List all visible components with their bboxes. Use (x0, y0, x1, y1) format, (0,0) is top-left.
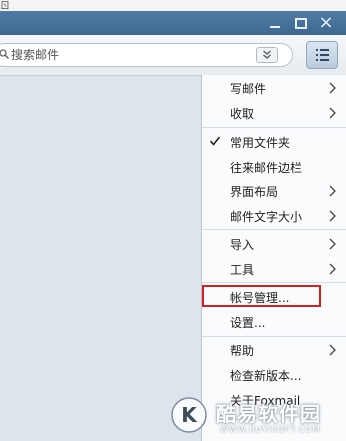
minimize-button[interactable] (265, 13, 285, 33)
menu-separator (202, 282, 346, 283)
double-chevron-down-icon (263, 50, 271, 59)
menu-item-label: 工具 (230, 263, 255, 277)
menu-item-contact-sidebar[interactable]: 往来邮件边栏 (202, 155, 346, 179)
watermark: K 酷易软件园 WWW.KUYISOFT.COM (164, 394, 346, 441)
chevron-right-icon (329, 263, 336, 275)
chevron-right-icon (329, 238, 336, 250)
main-menu-button[interactable] (306, 41, 338, 69)
menu-item-common-folders[interactable]: 常用文件夹 (202, 130, 346, 154)
menu-item-label: 常用文件夹 (230, 136, 291, 150)
menu-separator (202, 229, 346, 230)
menu-item-import[interactable]: 导入 (202, 232, 346, 256)
menu-item-label: 检查新版本... (230, 369, 302, 383)
title-bar: × (0, 11, 346, 35)
chevron-right-icon (329, 210, 336, 222)
chevron-right-icon (329, 107, 336, 119)
menu-item-label: 界面布局 (230, 185, 279, 199)
toolbar (0, 35, 346, 76)
menu-item-label: 设置... (230, 316, 266, 330)
menu-item-label: 往来邮件边栏 (230, 161, 303, 175)
search-options-button[interactable] (256, 47, 278, 63)
watermark-text: 酷易软件园 (216, 402, 321, 426)
top-strip: ㄖ (0, 0, 346, 12)
menu-item-receive[interactable]: 收取 (202, 101, 346, 125)
chevron-right-icon (329, 82, 336, 94)
main-menu-dropdown: 写邮件 收取 常用文件夹 往来邮件边栏 界面布局 邮件文字大小 导入 工具 帐号… (201, 75, 346, 441)
menu-item-compose[interactable]: 写邮件 (202, 76, 346, 100)
menu-item-help[interactable]: 帮助 (202, 338, 346, 362)
search-input[interactable] (11, 47, 251, 63)
menu-item-label: 收取 (230, 107, 255, 121)
menu-item-label: 写邮件 (230, 82, 267, 96)
chevron-right-icon (329, 185, 336, 197)
menu-item-layout[interactable]: 界面布局 (202, 179, 346, 203)
maximize-button[interactable] (290, 13, 310, 33)
highlight-annotation (202, 285, 321, 307)
menu-item-tools[interactable]: 工具 (202, 257, 346, 281)
menu-separator (202, 127, 346, 128)
close-button[interactable]: × (316, 13, 336, 33)
watermark-url: WWW.KUYISOFT.COM (220, 425, 321, 434)
menu-item-label: 导入 (230, 238, 255, 252)
menu-separator (202, 336, 346, 337)
menu-item-check-update[interactable]: 检查新版本... (202, 363, 346, 387)
watermark-logo-letter: K (181, 403, 198, 427)
checkmark-icon (209, 136, 221, 146)
search-icon (0, 49, 9, 59)
chevron-right-icon (329, 344, 336, 356)
watermark-logo-icon: K (171, 397, 207, 433)
menu-item-settings[interactable]: 设置... (202, 310, 346, 334)
menu-list-icon (316, 49, 329, 61)
menu-item-label: 帮助 (230, 344, 255, 358)
menu-item-label: 邮件文字大小 (230, 210, 303, 224)
menu-item-text-size[interactable]: 邮件文字大小 (202, 204, 346, 228)
search-box[interactable] (0, 43, 293, 67)
